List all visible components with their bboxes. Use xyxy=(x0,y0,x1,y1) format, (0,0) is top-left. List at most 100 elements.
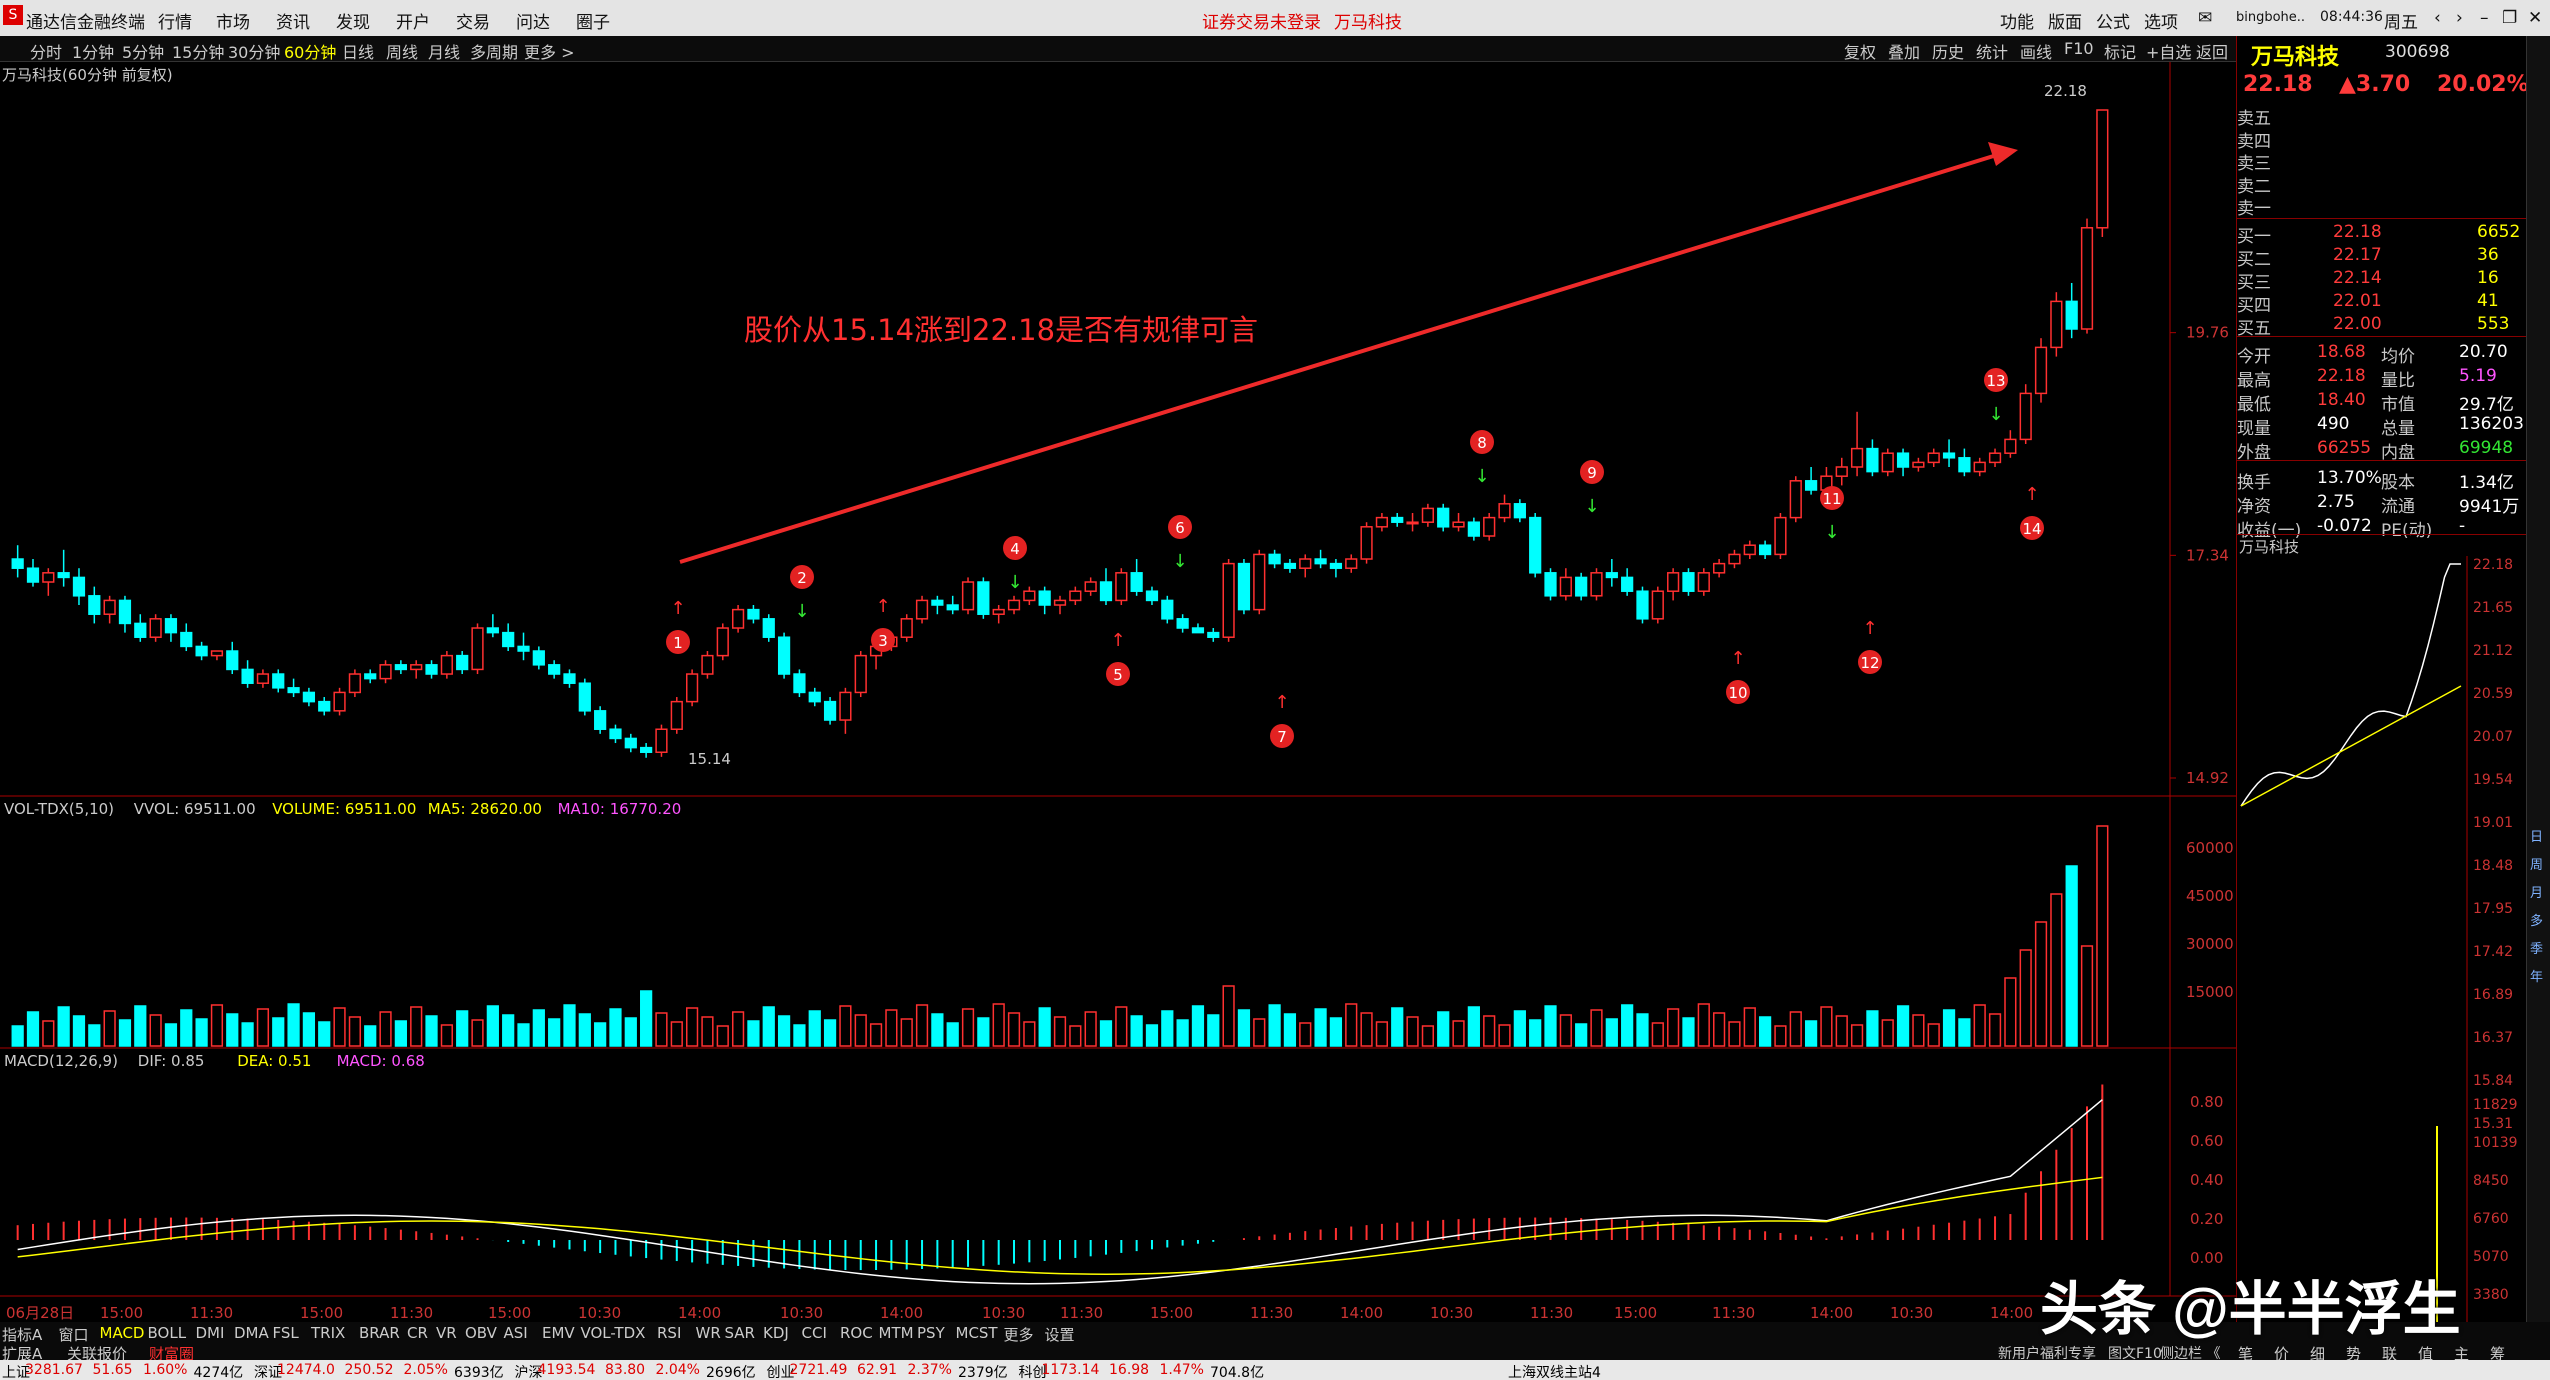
indicator-tab[interactable]: DMA xyxy=(234,1324,269,1342)
index-quote[interactable]: 4193.54 xyxy=(538,1362,596,1378)
trade-login-notice[interactable]: 证券交易未登录 xyxy=(1202,8,1321,33)
period-tab-30m[interactable]: 30分钟 xyxy=(228,39,280,63)
user-name[interactable]: bingbohe.. xyxy=(2236,10,2305,25)
index-quote[interactable]: 1.47% xyxy=(1160,1362,1204,1378)
period-tab-more[interactable]: 更多 > xyxy=(524,39,575,63)
index-quote[interactable]: 83.80 xyxy=(605,1362,645,1378)
index-quote[interactable]: 3281.67 xyxy=(25,1362,83,1378)
indicator-tab[interactable]: CR xyxy=(407,1324,428,1342)
tool-stats[interactable]: 统计 xyxy=(1976,39,2008,63)
chart-area[interactable]: 万马科技(60分钟 前复权) 19.76 17.34 14.92 15.14 22.18… xyxy=(0,62,2236,1322)
index-quote[interactable]: 16.98 xyxy=(1109,1362,1149,1378)
restore-icon[interactable]: ❐ xyxy=(2502,8,2517,28)
nav-back-icon[interactable]: ‹ xyxy=(2434,8,2441,28)
intraday-mini-chart[interactable]: 22.18 21.65 21.12 20.59 20.07 19.54 19.01 18.48… xyxy=(2237,556,2527,1336)
indicator-tab[interactable]: SAR xyxy=(725,1324,755,1342)
indicator-tab[interactable]: 设置 xyxy=(1045,1324,1075,1345)
mail-icon[interactable]: ✉ xyxy=(2198,8,2212,28)
indicator-tab[interactable]: VR xyxy=(436,1324,457,1342)
tool-history[interactable]: 历史 xyxy=(1932,39,1964,63)
indicator-tab[interactable]: 更多 xyxy=(1004,1324,1034,1345)
period-tab-day[interactable]: 日线 xyxy=(342,39,374,63)
menu-formula[interactable]: 公式 xyxy=(2096,8,2130,33)
indicator-tab[interactable]: RSI xyxy=(657,1324,681,1342)
tool-back[interactable]: 返回 xyxy=(2196,39,2228,63)
menu-trade[interactable]: 交易 xyxy=(456,8,490,33)
index-quote[interactable]: 2.37% xyxy=(908,1362,952,1378)
index-quote[interactable]: 2379亿 xyxy=(958,1362,1008,1380)
side-tab[interactable]: 月 xyxy=(2530,882,2543,901)
menu-layout[interactable]: 版面 xyxy=(2048,8,2082,33)
index-quote[interactable]: 62.91 xyxy=(857,1362,897,1378)
index-quote[interactable]: 12474.0 xyxy=(277,1362,335,1378)
tool-mark[interactable]: 标记 xyxy=(2104,39,2136,63)
notice-stock[interactable]: 万马科技 xyxy=(1334,8,1402,33)
nav-forward-icon[interactable]: › xyxy=(2456,8,2463,28)
menu-ask[interactable]: 问达 xyxy=(516,8,550,33)
period-tab-month[interactable]: 月线 xyxy=(428,39,460,63)
menu-quotes[interactable]: 行情 xyxy=(158,8,192,33)
candle xyxy=(42,572,55,583)
side-tab[interactable]: 周 xyxy=(2530,854,2543,873)
indicator-tab[interactable]: MCST xyxy=(956,1324,998,1342)
period-tab-multi[interactable]: 多周期 xyxy=(470,39,518,63)
indicator-tab[interactable]: TRIX xyxy=(311,1324,345,1342)
period-tab-1m[interactable]: 1分钟 xyxy=(72,39,114,63)
side-tab[interactable]: 年 xyxy=(2530,966,2543,985)
indicator-tab[interactable]: ASI xyxy=(504,1324,528,1342)
side-tab[interactable]: 季 xyxy=(2530,938,2543,957)
indicator-tab[interactable]: VOL-TDX xyxy=(581,1324,646,1342)
indicator-tab[interactable]: DMI xyxy=(196,1324,225,1342)
indicator-tab[interactable]: EMV xyxy=(542,1324,575,1342)
tool-overlay[interactable]: 叠加 xyxy=(1888,39,1920,63)
indicator-tab[interactable]: 窗口 xyxy=(59,1324,89,1345)
kline-chart[interactable]: 19.76 17.34 14.92 15.14 22.18 股价从15.14涨到22.18… xyxy=(0,62,2236,1322)
indicator-tab[interactable]: MACD xyxy=(100,1324,145,1342)
server-status[interactable]: 上海双线主站4 xyxy=(1508,1362,1601,1380)
index-quote[interactable]: 250.52 xyxy=(345,1362,394,1378)
indicator-tab[interactable]: BRAR xyxy=(359,1324,400,1342)
indicator-tab[interactable]: BOLL xyxy=(148,1324,187,1342)
side-tab[interactable]: 多 xyxy=(2530,910,2543,929)
indicator-tab[interactable]: CCI xyxy=(802,1324,827,1342)
index-quote[interactable]: 704.8亿 xyxy=(1210,1362,1264,1380)
menu-discover[interactable]: 发现 xyxy=(336,8,370,33)
index-quote[interactable]: 2.05% xyxy=(404,1362,448,1378)
minimize-icon[interactable]: – xyxy=(2480,8,2489,28)
indicator-tab[interactable]: PSY xyxy=(917,1324,945,1342)
index-quote[interactable]: 2.04% xyxy=(656,1362,700,1378)
menu-open-account[interactable]: 开户 xyxy=(396,8,430,33)
indicator-tab[interactable]: MTM xyxy=(879,1324,914,1342)
menu-options[interactable]: 选项 xyxy=(2144,8,2178,33)
menu-market[interactable]: 市场 xyxy=(216,8,250,33)
index-quote[interactable]: 1.60% xyxy=(143,1362,187,1378)
volume-bar xyxy=(1728,1021,1741,1047)
indicator-tab[interactable]: OBV xyxy=(465,1324,497,1342)
tool-add-watch[interactable]: +自选 xyxy=(2146,39,2191,63)
side-tab[interactable]: 日 xyxy=(2530,826,2543,845)
index-quote[interactable]: 6393亿 xyxy=(454,1362,504,1380)
indicator-tab[interactable]: WR xyxy=(696,1324,721,1342)
indicator-tab[interactable]: ROC xyxy=(840,1324,873,1342)
period-tab-15m[interactable]: 15分钟 xyxy=(172,39,224,63)
menu-news[interactable]: 资讯 xyxy=(276,8,310,33)
menu-circle[interactable]: 圈子 xyxy=(576,8,610,33)
index-quote[interactable]: 2721.49 xyxy=(790,1362,848,1378)
period-tab-5m[interactable]: 5分钟 xyxy=(122,39,164,63)
index-quote[interactable]: 1173.14 xyxy=(1042,1362,1100,1378)
menu-function[interactable]: 功能 xyxy=(2000,8,2034,33)
index-quote[interactable]: 4274亿 xyxy=(194,1362,244,1380)
close-icon[interactable]: ✕ xyxy=(2528,8,2542,28)
tool-f10[interactable]: F10 xyxy=(2064,39,2094,58)
indicator-tab[interactable]: KDJ xyxy=(763,1324,789,1342)
index-quote[interactable]: 51.65 xyxy=(93,1362,133,1378)
index-quote[interactable]: 2696亿 xyxy=(706,1362,756,1380)
period-tab-intraday[interactable]: 分时 xyxy=(30,39,62,63)
period-tab-week[interactable]: 周线 xyxy=(386,39,418,63)
period-tab-60m[interactable]: 60分钟 xyxy=(284,39,336,63)
volume-tick-label: 60000 xyxy=(2186,839,2234,857)
indicator-tab[interactable]: FSL xyxy=(273,1324,299,1342)
tool-draw[interactable]: 画线 xyxy=(2020,39,2052,63)
tool-adjust[interactable]: 复权 xyxy=(1844,39,1876,63)
indicator-tab[interactable]: 指标A xyxy=(2,1324,42,1345)
